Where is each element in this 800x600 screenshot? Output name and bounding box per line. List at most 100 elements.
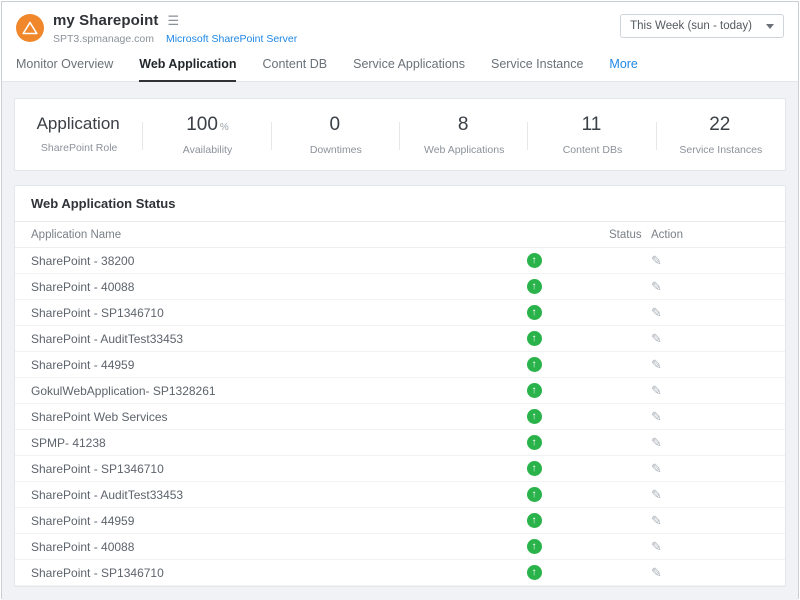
availability-cell: ↑: [459, 409, 609, 424]
availability-cell: ↑: [459, 331, 609, 346]
edit-pencil-icon[interactable]: ✎: [651, 253, 662, 268]
table-row: SharePoint - 40088 ↑ ✎: [15, 534, 785, 560]
stat-availability: 100% Availability: [143, 114, 271, 156]
server-type-link[interactable]: Microsoft SharePoint Server: [166, 33, 297, 45]
application-name: SharePoint Web Services: [31, 410, 459, 424]
stat-content-dbs: 11 Content DBs: [528, 114, 656, 156]
availability-cell: ↑: [459, 461, 609, 476]
table-row: SharePoint - SP1346710 ↑ ✎: [15, 456, 785, 482]
availability-up-icon: ↑: [527, 461, 542, 476]
edit-pencil-icon[interactable]: ✎: [651, 461, 662, 476]
availability-up-icon: ↑: [527, 383, 542, 398]
action-cell: ✎: [651, 488, 769, 502]
edit-pencil-icon[interactable]: ✎: [651, 565, 662, 580]
action-cell: ✎: [651, 306, 769, 320]
availability-up-icon: ↑: [527, 435, 542, 450]
stat-downtimes: 0 Downtimes: [272, 114, 400, 156]
edit-pencil-icon[interactable]: ✎: [651, 539, 662, 554]
web-application-status-card: Web Application Status Application Name …: [14, 185, 786, 587]
stat-value: 0: [330, 114, 341, 135]
stat-web-applications: 8 Web Applications: [400, 114, 528, 156]
stat-label: Availability: [143, 144, 271, 156]
edit-pencil-icon[interactable]: ✎: [651, 435, 662, 450]
action-cell: ✎: [651, 514, 769, 528]
availability-cell: ↑: [459, 435, 609, 450]
column-status: Status: [609, 229, 651, 241]
edit-pencil-icon[interactable]: ✎: [651, 279, 662, 294]
application-name: SPMP- 41238: [31, 436, 459, 450]
availability-cell: ↑: [459, 253, 609, 268]
time-range-select[interactable]: This Week (sun - today): [620, 14, 784, 38]
edit-pencil-icon[interactable]: ✎: [651, 409, 662, 424]
tab-content-db[interactable]: Content DB: [262, 51, 327, 81]
availability-cell: ↑: [459, 539, 609, 554]
action-cell: ✎: [651, 566, 769, 580]
time-range-value: This Week (sun - today): [630, 20, 752, 32]
availability-cell: ↑: [459, 487, 609, 502]
tab-monitor-overview[interactable]: Monitor Overview: [16, 51, 113, 81]
availability-cell: ↑: [459, 513, 609, 528]
edit-pencil-icon[interactable]: ✎: [651, 487, 662, 502]
availability-up-icon: ↑: [527, 565, 542, 580]
tab-service-instance[interactable]: Service Instance: [491, 51, 583, 81]
availability-cell: ↑: [459, 383, 609, 398]
stat-label: Content DBs: [528, 144, 656, 156]
application-name: SharePoint - AuditTest33453: [31, 332, 459, 346]
availability-up-icon: ↑: [527, 487, 542, 502]
availability-up-icon: ↑: [527, 253, 542, 268]
app-window: my Sharepoint ☰ SPT3.spmanage.com Micros…: [1, 1, 799, 599]
column-application-name: Application Name: [31, 229, 459, 241]
monitor-warning-icon: [16, 14, 44, 42]
stat-service-instances: 22 Service Instances: [657, 114, 785, 156]
availability-up-icon: ↑: [527, 539, 542, 554]
table-row: SharePoint Web Services ↑ ✎: [15, 404, 785, 430]
tab-service-applications[interactable]: Service Applications: [353, 51, 465, 81]
edit-pencil-icon[interactable]: ✎: [651, 383, 662, 398]
table-row: SharePoint - 38200 ↑ ✎: [15, 248, 785, 274]
table-row: SharePoint - 44959 ↑ ✎: [15, 352, 785, 378]
action-cell: ✎: [651, 384, 769, 398]
card-title: Web Application Status: [15, 186, 785, 222]
edit-pencil-icon[interactable]: ✎: [651, 513, 662, 528]
action-cell: ✎: [651, 254, 769, 268]
application-name: SharePoint - AuditTest33453: [31, 488, 459, 502]
table-row: SharePoint - AuditTest33453 ↑ ✎: [15, 326, 785, 352]
action-cell: ✎: [651, 436, 769, 450]
edit-pencil-icon[interactable]: ✎: [651, 305, 662, 320]
column-action: Action: [651, 229, 769, 241]
availability-up-icon: ↑: [527, 409, 542, 424]
availability-cell: ↑: [459, 279, 609, 294]
availability-up-icon: ↑: [527, 513, 542, 528]
stat-label: Web Applications: [400, 144, 528, 156]
table-row: SharePoint - AuditTest33453 ↑ ✎: [15, 482, 785, 508]
edit-pencil-icon[interactable]: ✎: [651, 331, 662, 346]
table-row: SPMP- 41238 ↑ ✎: [15, 430, 785, 456]
application-name: SharePoint - 44959: [31, 514, 459, 528]
tab-more[interactable]: More: [609, 51, 637, 81]
edit-pencil-icon[interactable]: ✎: [651, 357, 662, 372]
tab-bar: Monitor Overview Web Application Content…: [2, 49, 798, 82]
application-name: SharePoint - 38200: [31, 254, 459, 268]
stat-label: Service Instances: [657, 144, 785, 156]
availability-up-icon: ↑: [527, 331, 542, 346]
application-name: SharePoint - 44959: [31, 358, 459, 372]
tab-web-application[interactable]: Web Application: [139, 51, 236, 82]
availability-cell: ↑: [459, 305, 609, 320]
table-row: SharePoint - SP1346710 ↑ ✎: [15, 300, 785, 326]
availability-up-icon: ↑: [527, 357, 542, 372]
summary-stats: Application SharePoint Role 100% Availab…: [14, 98, 786, 171]
stat-value: Application: [37, 114, 120, 133]
application-name: GokulWebApplication- SP1328261: [31, 384, 459, 398]
application-name: SharePoint - SP1346710: [31, 462, 459, 476]
table-header-row: Application Name Status Action: [15, 222, 785, 248]
main-content: Application SharePoint Role 100% Availab…: [2, 82, 798, 600]
table-row: SharePoint - 40088 ↑ ✎: [15, 274, 785, 300]
stat-value: 11: [582, 114, 602, 135]
availability-up-icon: ↑: [527, 305, 542, 320]
table-row: SharePoint - SP1346710 ↑ ✎: [15, 560, 785, 586]
monitor-title: my Sharepoint: [53, 12, 159, 29]
hamburger-menu-icon[interactable]: ☰: [168, 14, 180, 27]
action-cell: ✎: [651, 332, 769, 346]
action-cell: ✎: [651, 280, 769, 294]
chevron-down-icon: [766, 24, 774, 29]
